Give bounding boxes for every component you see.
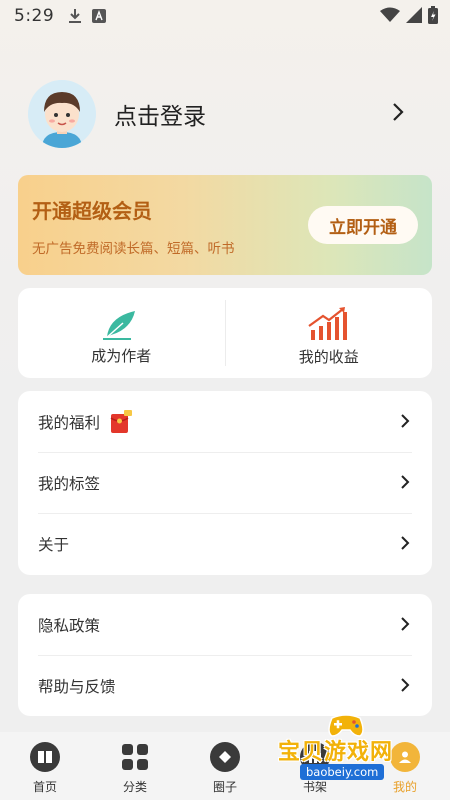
tab-community[interactable]: 圈子 (180, 732, 270, 800)
battery-icon (428, 6, 438, 24)
tab-label: 圈子 (212, 780, 237, 794)
status-time: 5:29 (14, 6, 55, 26)
chevron-right-icon (401, 617, 410, 631)
vip-title: 开通超级会员 (32, 199, 152, 223)
book-icon (30, 742, 60, 772)
quick-actions-card: 成为作者 我的收益 (18, 288, 432, 378)
status-bar: 5:29 (0, 0, 450, 32)
tab-home[interactable]: 首页 (0, 732, 90, 800)
wifi-icon (380, 7, 400, 22)
menu-item-benefits[interactable]: 我的福利 (18, 391, 432, 452)
chevron-right-icon (401, 475, 410, 489)
watermark-title: 宝贝游戏网 (278, 740, 394, 765)
app-notification-icon (92, 9, 107, 23)
menu-group-secondary: 隐私政策 帮助与反馈 (18, 594, 432, 716)
tab-label: 首页 (32, 780, 57, 794)
grid-icon (120, 742, 150, 772)
menu-item-help-feedback[interactable]: 帮助与反馈 (18, 655, 432, 716)
chevron-right-icon (401, 414, 410, 428)
profile-login-row[interactable]: 点击登录 (28, 80, 422, 148)
menu-item-label: 我的福利 (38, 413, 101, 432)
feather-pen-icon (103, 310, 136, 340)
become-author-button[interactable]: 成为作者 (18, 288, 225, 378)
menu-item-tags[interactable]: 我的标签 (18, 452, 432, 513)
tab-label: 分类 (122, 780, 147, 794)
become-author-label: 成为作者 (91, 346, 152, 365)
menu-group-primary: 我的福利 我的标签 关于 (18, 391, 432, 575)
vip-banner[interactable]: 开通超级会员 无广告免费阅读长篇、短篇、听书 立即开通 (18, 175, 432, 275)
chevron-right-icon (401, 678, 410, 692)
default-avatar-icon (28, 80, 96, 148)
watermark: 宝贝游戏网 baobeiy.com (278, 712, 428, 788)
tab-categories[interactable]: 分类 (90, 732, 180, 800)
menu-item-privacy-policy[interactable]: 隐私政策 (18, 594, 432, 655)
menu-item-about[interactable]: 关于 (18, 513, 432, 574)
circle-icon (210, 742, 240, 772)
vip-description: 无广告免费阅读长篇、短篇、听书 (32, 241, 235, 257)
status-system-icons (380, 6, 438, 24)
login-prompt[interactable]: 点击登录 (114, 97, 206, 131)
watermark-url: baobeiy.com (300, 764, 385, 780)
red-packet-icon (110, 409, 133, 433)
menu-item-label: 我的标签 (38, 474, 101, 493)
earnings-chart-icon (308, 306, 347, 340)
vip-open-button[interactable]: 立即开通 (308, 206, 418, 244)
download-icon (69, 9, 82, 23)
menu-item-label: 帮助与反馈 (38, 677, 116, 696)
chevron-right-icon (401, 536, 410, 550)
menu-item-label: 隐私政策 (38, 616, 101, 635)
avatar[interactable] (28, 80, 96, 148)
my-earnings-button[interactable]: 我的收益 (226, 288, 433, 378)
signal-icon (406, 7, 422, 23)
my-earnings-label: 我的收益 (298, 347, 359, 366)
chevron-right-icon[interactable] (392, 102, 404, 122)
menu-item-label: 关于 (38, 535, 70, 554)
status-notifications (68, 8, 107, 24)
